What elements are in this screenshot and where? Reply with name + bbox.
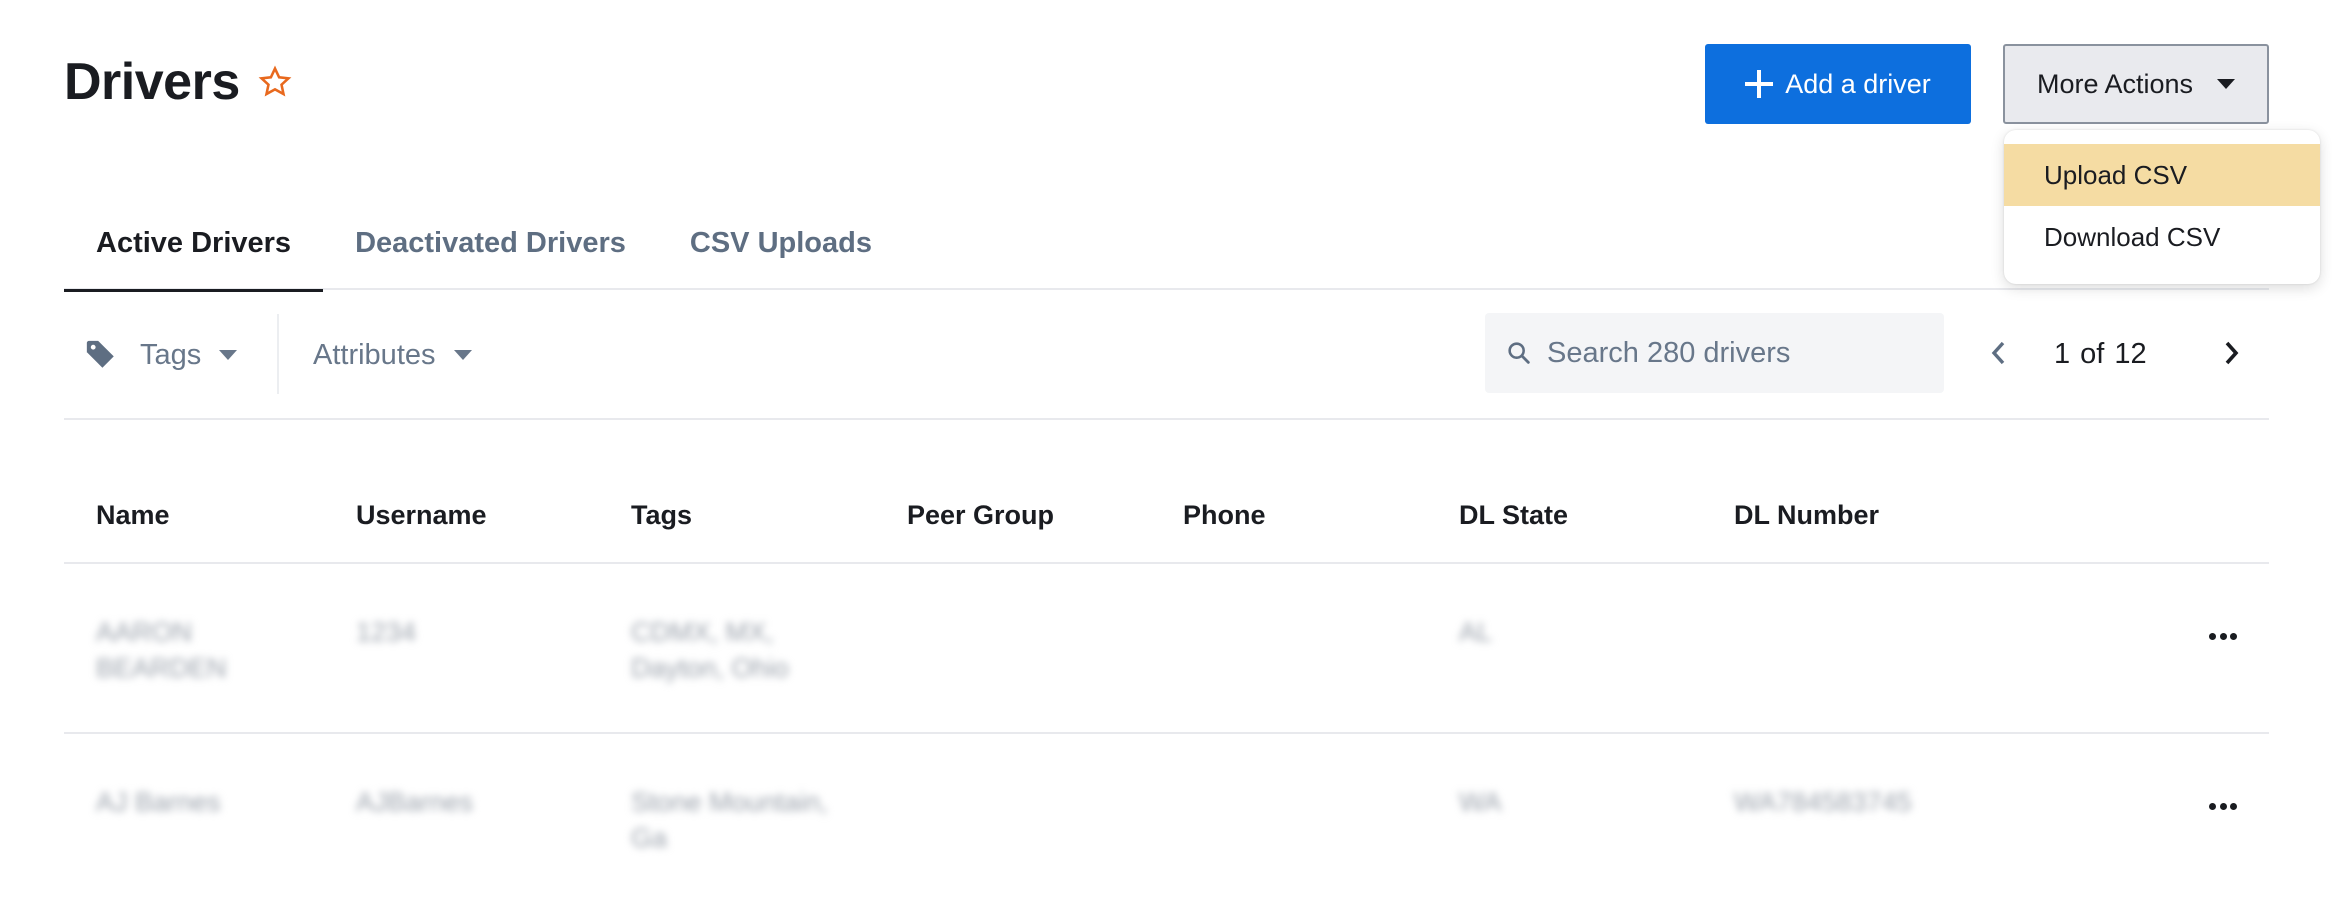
attributes-filter-label: Attributes xyxy=(313,338,436,371)
cell-username: 1234 xyxy=(356,617,417,647)
filter-divider xyxy=(277,314,279,394)
more-dots-icon xyxy=(2219,632,2227,640)
star-icon[interactable] xyxy=(258,65,292,99)
page-of-label: of xyxy=(2080,337,2105,370)
more-dots-icon xyxy=(2219,802,2227,810)
tags-filter-label: Tags xyxy=(140,338,202,371)
menu-item-upload-csv[interactable]: Upload CSV xyxy=(2004,144,2320,206)
more-actions-menu: Upload CSV Download CSV xyxy=(2004,130,2320,284)
total-pages: 12 xyxy=(2114,337,2147,370)
table-header: Name Username Tags Peer Group Phone DL S… xyxy=(64,470,2269,564)
more-dots-icon xyxy=(2230,802,2237,810)
drivers-page: Drivers Add a driver More Actions Upload… xyxy=(0,0,2332,898)
cell-name: AARON BEARDEN xyxy=(96,617,227,683)
search-box[interactable] xyxy=(1485,313,1944,393)
more-actions-button[interactable]: More Actions xyxy=(2003,44,2269,124)
row-actions-button[interactable] xyxy=(2203,624,2243,648)
cell-dl-state: WA xyxy=(1459,787,1502,817)
chevron-right-icon xyxy=(2225,341,2239,365)
add-driver-label: Add a driver xyxy=(1785,68,1931,99)
cell-name: AJ Barnes xyxy=(96,787,221,817)
page-title: Drivers xyxy=(64,53,240,111)
column-header-name[interactable]: Name xyxy=(96,500,170,531)
cell-tags: Stone Mountain, Ga xyxy=(631,787,828,853)
column-header-username[interactable]: Username xyxy=(356,500,487,531)
plus-icon xyxy=(1745,70,1774,98)
attributes-filter[interactable]: Attributes xyxy=(313,325,472,385)
next-page-button[interactable] xyxy=(2213,335,2249,371)
column-header-tags[interactable]: Tags xyxy=(631,500,692,531)
drivers-table: Name Username Tags Peer Group Phone DL S… xyxy=(64,470,2269,898)
current-page: 1 xyxy=(2054,337,2071,370)
table-row[interactable]: AARON BEARDEN 1234 CDMX, MX, Dayton, Ohi… xyxy=(64,564,2269,734)
tab-active-drivers[interactable]: Active Drivers xyxy=(64,196,324,292)
column-header-peer-group[interactable]: Peer Group xyxy=(907,500,1054,531)
cell-username: AJBarnes xyxy=(356,787,474,817)
tags-filter[interactable]: Tags xyxy=(84,325,238,385)
table-row[interactable]: AJ Barnes AJBarnes Stone Mountain, Ga WA… xyxy=(64,734,2269,898)
search-input[interactable] xyxy=(1547,336,1927,370)
menu-item-download-csv[interactable]: Download CSV xyxy=(2004,206,2320,268)
cell-tags: CDMX, MX, Dayton, Ohio xyxy=(631,617,789,683)
tab-csv-uploads[interactable]: CSV Uploads xyxy=(658,196,904,290)
tab-bar: Active Drivers Deactivated Drivers CSV U… xyxy=(64,196,2269,292)
chevron-left-icon xyxy=(1991,341,2005,365)
tab-deactivated-drivers[interactable]: Deactivated Drivers xyxy=(323,196,658,290)
caret-down-icon xyxy=(219,350,238,360)
add-driver-button[interactable]: Add a driver xyxy=(1705,44,1971,124)
row-actions-button[interactable] xyxy=(2203,794,2243,818)
more-dots-icon xyxy=(2209,632,2216,640)
more-dots-icon xyxy=(2209,802,2216,810)
previous-page-button[interactable] xyxy=(1981,335,2017,371)
page-indicator: 1 of 12 xyxy=(2054,334,2157,374)
more-dots-icon xyxy=(2230,632,2237,640)
caret-down-icon xyxy=(2217,79,2236,89)
filter-bar: Tags Attributes 1 of 12 xyxy=(64,290,2269,420)
column-header-phone[interactable]: Phone xyxy=(1183,500,1266,531)
more-actions-label: More Actions xyxy=(2036,68,2194,99)
column-header-dl-state[interactable]: DL State xyxy=(1459,500,1568,531)
cell-dl-state: AL xyxy=(1459,617,1493,647)
column-header-dl-number[interactable]: DL Number xyxy=(1734,500,1879,531)
search-icon xyxy=(1508,342,1530,364)
title-row: Drivers xyxy=(64,50,292,114)
tag-icon xyxy=(86,340,114,368)
caret-down-icon xyxy=(453,350,472,360)
cell-dl-number: WA784583745 xyxy=(1734,787,1912,817)
